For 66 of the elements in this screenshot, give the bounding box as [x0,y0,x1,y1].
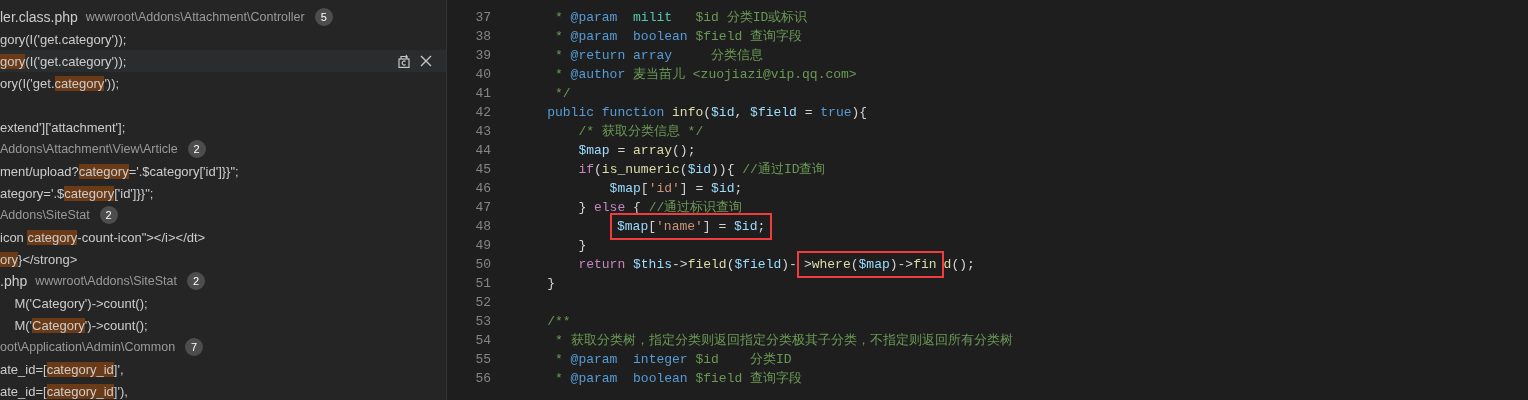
replace-icon[interactable] [398,54,410,68]
code-line: * @param boolean $field 查询字段 [554,28,803,46]
code-line: * 获取分类树，指定分类则返回指定分类极其子分类，不指定则返回所有分类树 [554,332,1013,350]
line-number: 46 [474,180,491,198]
search-result[interactable]: extend']['attachment']; [0,116,446,138]
line-number: 47 [474,199,491,217]
search-result[interactable]: ory(I('get.category')); [0,72,446,94]
line-number: 52 [474,294,491,312]
file-path: oot\Application\Admin\Common [0,340,176,354]
line-number: 48 [474,218,491,236]
search-result[interactable]: ategory='.$category['id']}}"; [0,182,446,204]
code-line: } [577,237,587,255]
close-icon[interactable] [420,55,432,67]
code-line: * @param boolean $field 查询字段 [554,370,803,388]
match-count-badge: 5 [314,8,333,26]
code-line: } [546,275,555,293]
code-text: return $this->field($field)- [577,256,797,274]
match-count-badge: 2 [99,206,118,224]
line-number: 42 [474,104,491,122]
code-line: $map = array(); [577,142,696,160]
code-text: d(); [943,256,975,274]
file-name[interactable]: .php [0,273,28,289]
search-result[interactable]: gory(I('get.category')); [0,50,446,72]
line-number: 39 [474,47,491,65]
search-result[interactable]: ment/upload?category='.$category['id']}}"; [0,160,446,182]
line-number: 37 [474,9,491,27]
code-line: */ [554,85,571,103]
code-line: * @param milit $id 分类ID或标识 [554,9,808,27]
annotation-box: >where($map)->fin [796,251,944,278]
code-line: if(is_numeric($id)){ //通过ID查询 [577,161,826,179]
search-result[interactable]: ate_id=[category_id]', [0,358,446,380]
code-line: $map['id'] = $id; [608,180,743,198]
match-count-badge: 7 [185,338,204,356]
line-number: 54 [474,332,491,350]
code-line: * @author 麦当苗儿 <zuojiazi@vip.qq.com> [554,66,857,84]
line-number: 43 [474,123,491,141]
annotation-box: $map['name'] = $id; [610,213,773,240]
file-path: wwwroot\Addons\SiteStat [35,274,177,288]
line-number: 50 [474,256,491,274]
match-count-badge: 2 [187,140,206,158]
code-line: /* 获取分类信息 */ [577,123,704,141]
search-result[interactable]: ate_id=[category_id]'), [0,380,446,400]
line-number: 55 [474,351,491,369]
file-path: Addons\SiteStat [0,208,90,222]
file-name[interactable]: ler.class.php [0,9,78,25]
match-count-badge: 2 [187,272,205,290]
search-result[interactable]: M('Category')->count(); [0,314,446,336]
file-path: wwwroot\Addons\Attachment\Controller [85,10,305,24]
search-result[interactable]: icon category-count-icon"></i></dt> [0,226,446,248]
search-result[interactable]: gory(I('get.category')); [0,28,446,50]
line-number: 56 [474,370,491,388]
code-line: /** [546,313,571,331]
code-line: * @param integer $id 分类ID [554,351,792,369]
line-number: 40 [474,66,491,84]
line-number: 53 [474,313,491,331]
line-number: 49 [474,237,491,255]
code-line: public function info($id, $field = true){ [546,104,868,122]
file-path: Addons\Attachment\View\Article [0,142,178,156]
code-line: * @return array 分类信息 [554,47,764,65]
line-number: 51 [474,275,491,293]
line-number: 44 [474,142,491,160]
line-number: 38 [474,28,491,46]
line-number: 41 [474,85,491,103]
search-result[interactable]: ory}</strong> [0,248,446,270]
line-number: 45 [474,161,491,179]
search-result[interactable]: M('Category')->count(); [0,292,446,314]
